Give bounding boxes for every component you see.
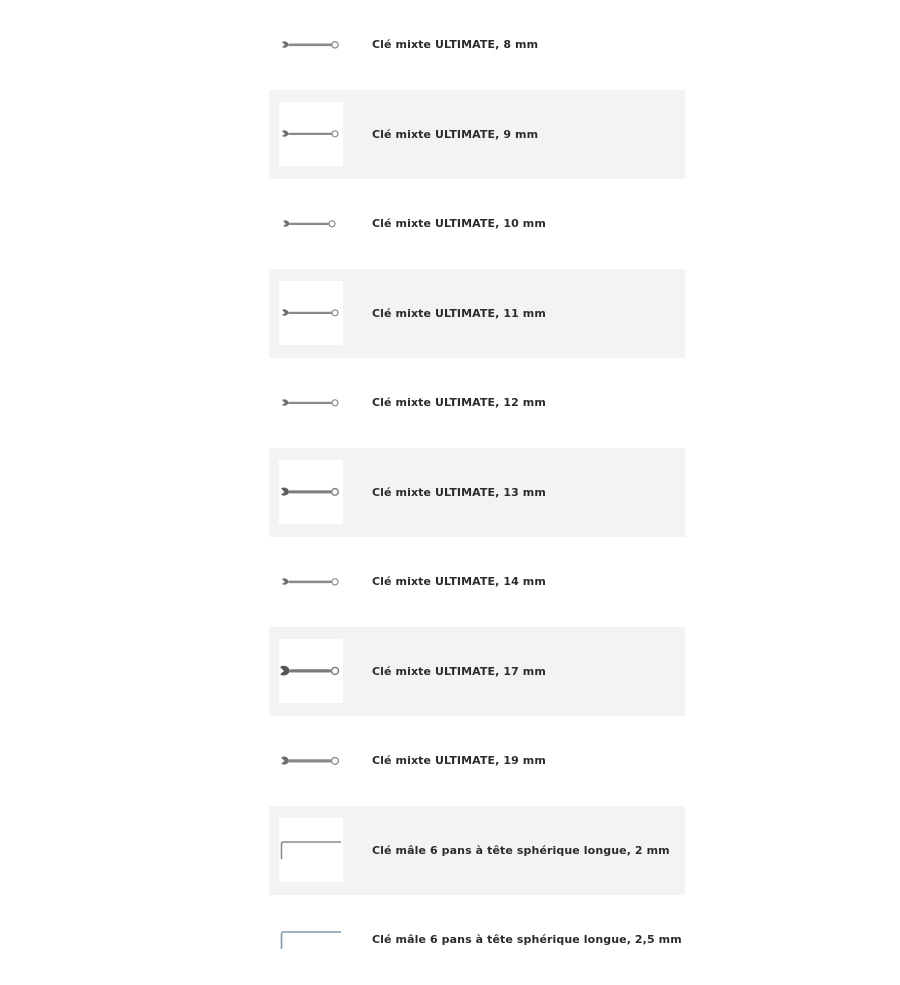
combination-wrench-icon <box>282 130 339 138</box>
combination-wrench-icon <box>282 40 339 49</box>
list-item[interactable]: Clé mixte ULTIMATE, 13 mm <box>269 447 685 537</box>
product-name[interactable]: Clé mixte ULTIMATE, 14 mm <box>372 575 546 588</box>
product-name[interactable]: Clé mixte ULTIMATE, 9 mm <box>372 128 538 141</box>
product-name[interactable]: Clé mixte ULTIMATE, 19 mm <box>372 754 546 767</box>
list-item[interactable]: Clé mixte ULTIMATE, 9 mm <box>269 89 685 179</box>
product-name[interactable]: Clé mixte ULTIMATE, 12 mm <box>372 396 546 409</box>
product-name[interactable]: Clé mâle 6 pans à tête sphérique longue,… <box>372 933 682 946</box>
product-thumbnail[interactable] <box>279 13 343 77</box>
combination-wrench-icon <box>280 666 340 676</box>
combination-wrench-icon <box>282 398 339 407</box>
product-name[interactable]: Clé mixte ULTIMATE, 8 mm <box>372 38 538 51</box>
list-item[interactable]: Clé mixte ULTIMATE, 8 mm <box>269 0 685 90</box>
list-item[interactable]: Clé mixte ULTIMATE, 17 mm <box>269 626 685 716</box>
list-item[interactable]: Clé mixte ULTIMATE, 12 mm <box>269 358 685 448</box>
product-thumbnail[interactable] <box>279 818 343 883</box>
list-item[interactable]: Clé mixte ULTIMATE, 14 mm <box>269 537 685 627</box>
hex-key-icon <box>280 841 341 860</box>
product-name[interactable]: Clé mâle 6 pans à tête sphérique longue,… <box>372 844 670 857</box>
combination-wrench-icon <box>281 756 340 765</box>
product-name[interactable]: Clé mixte ULTIMATE, 17 mm <box>372 665 546 678</box>
list-item[interactable]: Clé mixte ULTIMATE, 10 mm <box>269 179 685 269</box>
product-thumbnail[interactable] <box>279 192 343 256</box>
list-item[interactable]: Clé mixte ULTIMATE, 19 mm <box>269 716 685 806</box>
product-name[interactable]: Clé mixte ULTIMATE, 13 mm <box>372 486 546 499</box>
product-thumbnail[interactable] <box>279 460 343 525</box>
product-thumbnail[interactable] <box>279 281 343 346</box>
product-thumbnail[interactable] <box>279 102 343 167</box>
combination-wrench-icon <box>281 487 340 497</box>
product-thumbnail[interactable] <box>279 371 343 435</box>
list-item[interactable]: Clé mixte ULTIMATE, 11 mm <box>269 268 685 358</box>
list-item[interactable]: Clé mâle 6 pans à tête sphérique longue,… <box>269 805 685 895</box>
hex-key-icon <box>280 930 341 949</box>
product-thumbnail[interactable] <box>279 908 343 972</box>
product-name[interactable]: Clé mixte ULTIMATE, 10 mm <box>372 217 546 230</box>
combination-wrench-icon <box>282 309 339 317</box>
product-name[interactable]: Clé mixte ULTIMATE, 11 mm <box>372 307 546 320</box>
combination-wrench-icon <box>282 577 339 586</box>
combination-wrench-icon <box>283 219 336 228</box>
product-list: Clé mixte ULTIMATE, 8 mm Clé mixte ULTIM… <box>269 0 685 985</box>
list-item[interactable]: Clé mâle 6 pans à tête sphérique longue,… <box>269 895 685 985</box>
product-thumbnail[interactable] <box>279 639 343 704</box>
product-thumbnail[interactable] <box>279 550 343 614</box>
product-thumbnail[interactable] <box>279 729 343 793</box>
